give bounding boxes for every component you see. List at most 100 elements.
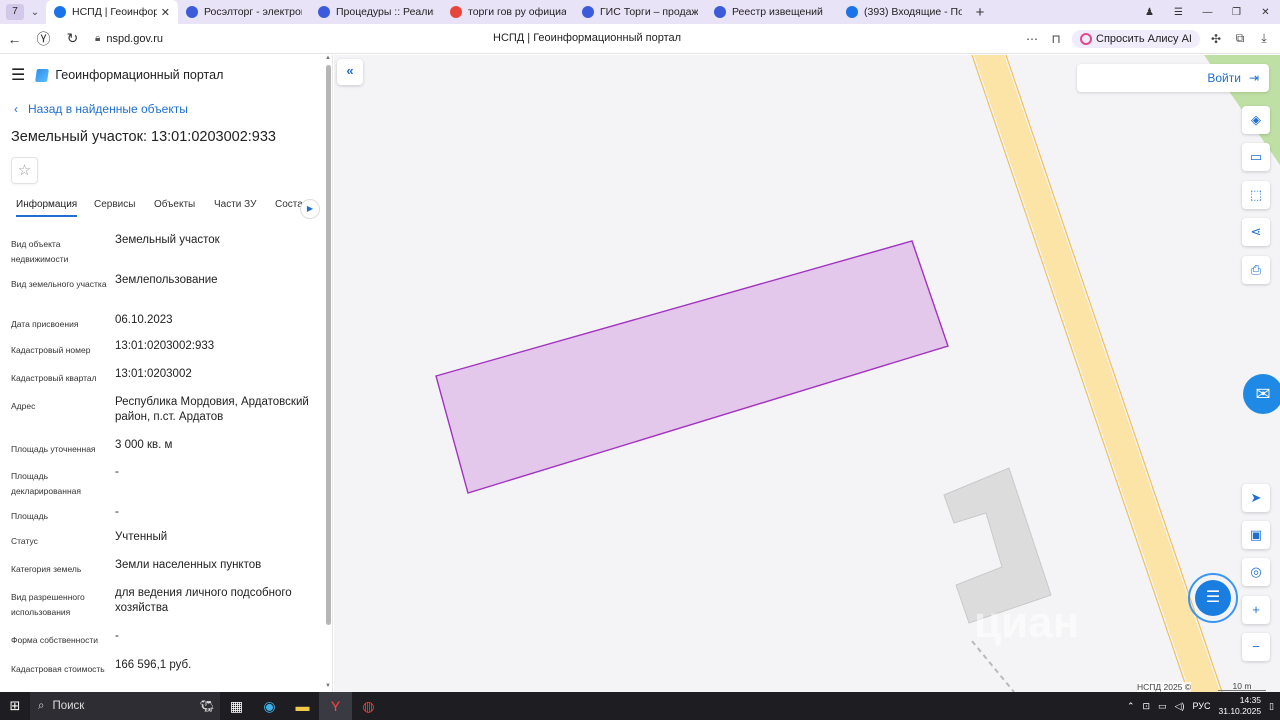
collapse-panel-icon[interactable]: « — [337, 59, 363, 85]
property-value: Земли населенных пунктов — [115, 559, 262, 571]
property-value: для ведения личного подсобного хозяйства — [115, 587, 292, 614]
tray-app-icon[interactable]: ⊡ — [1142, 701, 1150, 712]
map-scale: 10 m — [1218, 681, 1266, 691]
tab-title: торги гов ру официальный сайт — [468, 6, 566, 18]
yandex-icon[interactable]: Ⓨ — [29, 29, 58, 49]
zoom-in-icon[interactable]: + — [1242, 596, 1270, 624]
tray-up-icon[interactable]: ⌃ — [1127, 701, 1135, 712]
clock[interactable]: 14:35 31.10.2025 — [1219, 695, 1262, 717]
select-area-icon[interactable]: ⬚ — [1242, 181, 1270, 209]
chat-bubble-button[interactable]: ☰ — [1188, 573, 1238, 623]
info-tab[interactable]: Информация — [16, 195, 78, 217]
more-icon[interactable]: ⋯ — [1024, 32, 1040, 46]
browser-tab[interactable]: НСПД | Геоинформационный портал ✕ — [46, 0, 178, 24]
browser-tab[interactable]: торги гов ру официальный сайт — [442, 0, 574, 24]
downloads-icon[interactable]: ⤓ — [1256, 31, 1272, 46]
tab-favicon-icon — [582, 6, 594, 18]
collections-icon[interactable]: ⧉ — [1232, 31, 1248, 46]
scroll-down-icon[interactable]: ▼ — [325, 683, 331, 689]
back-icon[interactable]: ← — [0, 31, 29, 47]
notifications-icon[interactable]: ▯ — [1269, 701, 1274, 712]
dashed-path — [971, 640, 1015, 692]
info-tab[interactable]: Соста — [275, 195, 303, 217]
chrome-icon[interactable]: ◍ — [352, 692, 385, 720]
property-label: Кадастровая стоимость — [11, 664, 105, 674]
taskbar-search[interactable]: ⌕ Поиск 🐫︎ — [30, 692, 220, 720]
browser-tab[interactable]: Процедуры :: Реализация имущества — [310, 0, 442, 24]
favorite-star-icon[interactable]: ☆ — [11, 157, 38, 184]
extensions-icon[interactable]: ✣ — [1208, 32, 1224, 46]
close-tab-icon[interactable]: ✕ — [161, 6, 170, 19]
property-value: 3 000 кв. м — [115, 439, 173, 451]
minimize-icon[interactable]: — — [1193, 7, 1222, 18]
login-label: Войти — [1207, 71, 1241, 85]
info-tab[interactable]: Части ЗУ — [214, 195, 256, 217]
map-copyright: НСПД 2025 © — [1137, 682, 1192, 692]
map-canvas[interactable]: циан — [334, 55, 1280, 692]
tab-counter[interactable]: 7 — [6, 4, 24, 20]
close-window-icon[interactable]: ✕ — [1251, 7, 1280, 18]
url-text: nspd.gov.ru — [106, 32, 163, 45]
property-label: Статус — [11, 536, 38, 546]
minimap-icon[interactable]: ▣ — [1242, 521, 1270, 549]
ask-alice-button[interactable]: Спросить Алису AI — [1072, 29, 1200, 48]
browser-tab[interactable]: Реестр извещений — [706, 0, 838, 24]
layers-icon[interactable]: ◈ — [1242, 106, 1270, 134]
scrollbar-thumb[interactable] — [326, 65, 331, 625]
ruler-icon[interactable]: ▭ — [1242, 143, 1270, 171]
chat-icon: ☰ — [1195, 580, 1231, 616]
panel-scrollbar[interactable]: ▲ ▼ — [325, 55, 331, 689]
profile-icon[interactable]: ♟ — [1135, 7, 1164, 18]
info-tab[interactable]: Объекты — [154, 195, 195, 217]
portal-name[interactable]: Геоинформационный портал — [55, 68, 223, 82]
browser-tab[interactable]: (393) Входящие - Почта Mail — [838, 0, 970, 24]
tabs-scroll-right-icon[interactable]: ▶ — [300, 199, 320, 219]
url-field[interactable]: 🔒︎ nspd.gov.ru — [95, 33, 163, 45]
browser-tab[interactable]: ГИС Торги – продажи госимущества — [574, 0, 706, 24]
property-value: Учтенный — [115, 531, 168, 543]
back-to-results-link[interactable]: ‹ Назад в найденные объекты — [14, 102, 188, 116]
reload-icon[interactable]: ↻ — [58, 30, 87, 47]
hamburger-menu-icon[interactable]: ☰ — [11, 65, 25, 85]
login-button[interactable]: Войти ⇥ — [1077, 64, 1269, 92]
task-view-icon[interactable]: ▦ — [220, 692, 253, 720]
browser-tab[interactable]: Росэлторг - электронная площадка — [178, 0, 310, 24]
property-label: Вид объекта недвижимости — [11, 239, 69, 264]
land-parcel[interactable] — [435, 240, 949, 494]
panel-header: ☰ Геоинформационный портал — [11, 65, 223, 85]
print-icon[interactable]: ⎙ — [1242, 256, 1270, 284]
watermark-text: циан — [974, 598, 1079, 647]
restore-icon[interactable]: ❐ — [1222, 7, 1251, 18]
portal-logo-icon — [35, 68, 50, 82]
property-label: Адрес — [11, 401, 36, 411]
geolocation-icon[interactable]: ◎ — [1242, 558, 1270, 586]
tabs-dropdown-icon[interactable]: ⌄ — [24, 7, 46, 18]
info-tab[interactable]: Сервисы — [94, 195, 135, 217]
menu-icon[interactable]: ☰ — [1164, 7, 1193, 18]
navigate-icon[interactable]: ➤ — [1242, 484, 1270, 512]
keyboard-lang[interactable]: РУС — [1192, 701, 1210, 711]
property-value: Республика Мордовия, Ардатовский район, … — [115, 396, 309, 423]
edge-icon[interactable]: ◉ — [253, 692, 286, 720]
volume-icon[interactable]: ◁) — [1175, 701, 1185, 712]
support-chat-icon[interactable]: ✉ — [1243, 374, 1280, 414]
tab-title: ГИС Торги – продажи госимущества — [600, 6, 698, 18]
bookmark-icon[interactable]: ⊓ — [1048, 32, 1064, 46]
info-tabs: Информация Сервисы Объекты Части ЗУ Соста — [0, 195, 330, 219]
object-info-panel: ☰ Геоинформационный портал ‹ Назад в най… — [0, 55, 333, 692]
share-icon[interactable]: ⋖ — [1242, 218, 1270, 246]
tab-favicon-icon — [318, 6, 330, 18]
file-explorer-icon[interactable]: ▬ — [286, 692, 319, 720]
tab-favicon-icon — [54, 6, 66, 18]
yandex-browser-icon[interactable]: Y — [319, 692, 352, 720]
network-icon[interactable]: ▭ — [1158, 701, 1167, 712]
scroll-up-icon[interactable]: ▲ — [325, 55, 331, 61]
property-label: Форма собственности — [11, 635, 98, 645]
windows-start-icon[interactable]: ⊞ — [0, 698, 30, 714]
property-label: Вид земельного участка — [11, 279, 107, 289]
tab-favicon-icon — [186, 6, 198, 18]
zoom-out-icon[interactable]: − — [1242, 633, 1270, 661]
property-label: Дата присвоения — [11, 319, 79, 329]
new-tab-icon[interactable]: + — [970, 4, 990, 21]
windows-taskbar: ⊞ ⌕ Поиск 🐫︎ ▦ ◉ ▬ Y ◍ ⌃ ⊡ ▭ ◁) РУС 14:3… — [0, 692, 1280, 720]
